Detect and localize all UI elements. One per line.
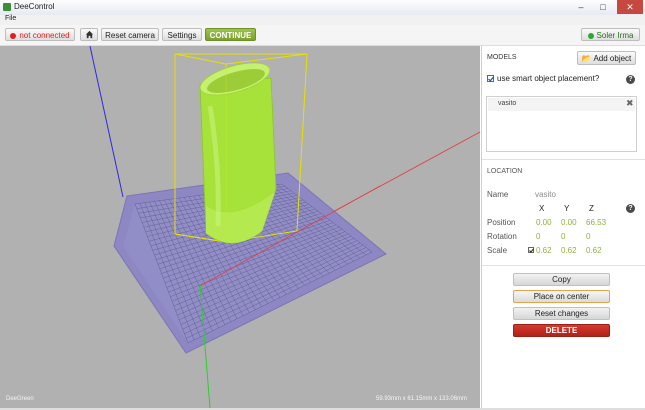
- place-on-center-button[interactable]: Place on center: [513, 290, 610, 303]
- column-z-header: Z: [589, 204, 594, 213]
- connection-status-button[interactable]: not connected: [5, 28, 75, 41]
- models-title: MODELS: [487, 54, 517, 61]
- model-vasito[interactable]: [197, 57, 277, 244]
- settings-button[interactable]: Settings: [162, 28, 202, 41]
- reset-camera-button[interactable]: Reset camera: [101, 28, 159, 41]
- rotation-x-input[interactable]: 0: [536, 232, 540, 241]
- column-y-header: Y: [564, 204, 570, 213]
- check-icon: [488, 76, 494, 82]
- position-x-input[interactable]: 0.00: [536, 218, 552, 227]
- scale-label: Scale: [487, 246, 508, 255]
- scale-y-input[interactable]: 0.62: [561, 246, 577, 255]
- app-icon: [3, 3, 11, 11]
- rotation-label: Rotation: [487, 232, 517, 241]
- 3d-viewport[interactable]: DeeGreen 59.93mm x 61.15mm x 133.06mm: [0, 46, 480, 408]
- continue-button[interactable]: CONTINUE: [205, 28, 256, 41]
- title-bar: DeeControl – □ ✕: [0, 0, 645, 16]
- menu-bar: File: [0, 15, 645, 25]
- list-item[interactable]: vasito ✖: [488, 98, 635, 111]
- user-label: Soler Irma: [596, 31, 634, 40]
- add-object-button[interactable]: 📂 Add object: [577, 51, 636, 65]
- add-object-label: Add object: [593, 54, 632, 63]
- window-title: DeeControl: [14, 2, 55, 11]
- home-icon: [85, 30, 93, 39]
- home-button[interactable]: [80, 28, 98, 41]
- name-value: vasito: [535, 190, 556, 199]
- position-y-input[interactable]: 0.00: [561, 218, 577, 227]
- connection-status-label: not connected: [19, 31, 70, 40]
- sidebar: MODELS 📂 Add object use smart object pla…: [481, 46, 645, 408]
- model-name: vasito: [498, 100, 517, 107]
- scale-z-input[interactable]: 0.62: [586, 246, 602, 255]
- position-label: Position: [487, 218, 516, 227]
- user-status-dot-icon: [587, 33, 594, 39]
- location-help-icon[interactable]: ?: [626, 204, 635, 213]
- divider: [482, 265, 645, 266]
- rotation-z-input[interactable]: 0: [586, 232, 590, 241]
- minimize-button[interactable]: –: [571, 0, 591, 14]
- location-title: LOCATION: [487, 168, 523, 175]
- rotation-y-input[interactable]: 0: [561, 232, 565, 241]
- models-list: vasito ✖: [486, 96, 637, 152]
- z-axis-line: [89, 46, 124, 198]
- brand-label: DeeGreen: [6, 396, 34, 402]
- close-button[interactable]: ✕: [617, 0, 643, 14]
- reset-changes-button[interactable]: Reset changes: [513, 307, 610, 320]
- smart-placement-label: use smart object placement?: [497, 74, 600, 83]
- delete-button[interactable]: DELETE: [513, 324, 610, 337]
- status-dot-icon: [10, 33, 17, 39]
- scale-check-icon: [529, 248, 534, 253]
- toolbar: not connected Reset camera Settings CONT…: [0, 25, 645, 46]
- help-icon[interactable]: ?: [626, 75, 635, 84]
- smart-placement-checkbox[interactable]: [487, 75, 494, 82]
- user-button[interactable]: Soler Irma: [581, 28, 640, 41]
- model-dimensions-label: 59.93mm x 61.15mm x 133.06mm: [376, 396, 468, 402]
- maximize-button[interactable]: □: [593, 0, 613, 14]
- menu-file[interactable]: File: [5, 15, 16, 22]
- scale-x-input[interactable]: 0.62: [536, 246, 552, 255]
- scale-lock-checkbox[interactable]: [528, 247, 534, 253]
- copy-button[interactable]: Copy: [513, 273, 610, 286]
- divider: [482, 159, 645, 160]
- remove-model-icon[interactable]: ✖: [626, 98, 634, 109]
- scene-canvas[interactable]: [0, 46, 480, 408]
- folder-open-icon: 📂: [581, 54, 592, 63]
- column-x-header: X: [539, 204, 545, 213]
- name-label: Name: [487, 190, 509, 199]
- position-z-input[interactable]: 66.53: [586, 218, 606, 227]
